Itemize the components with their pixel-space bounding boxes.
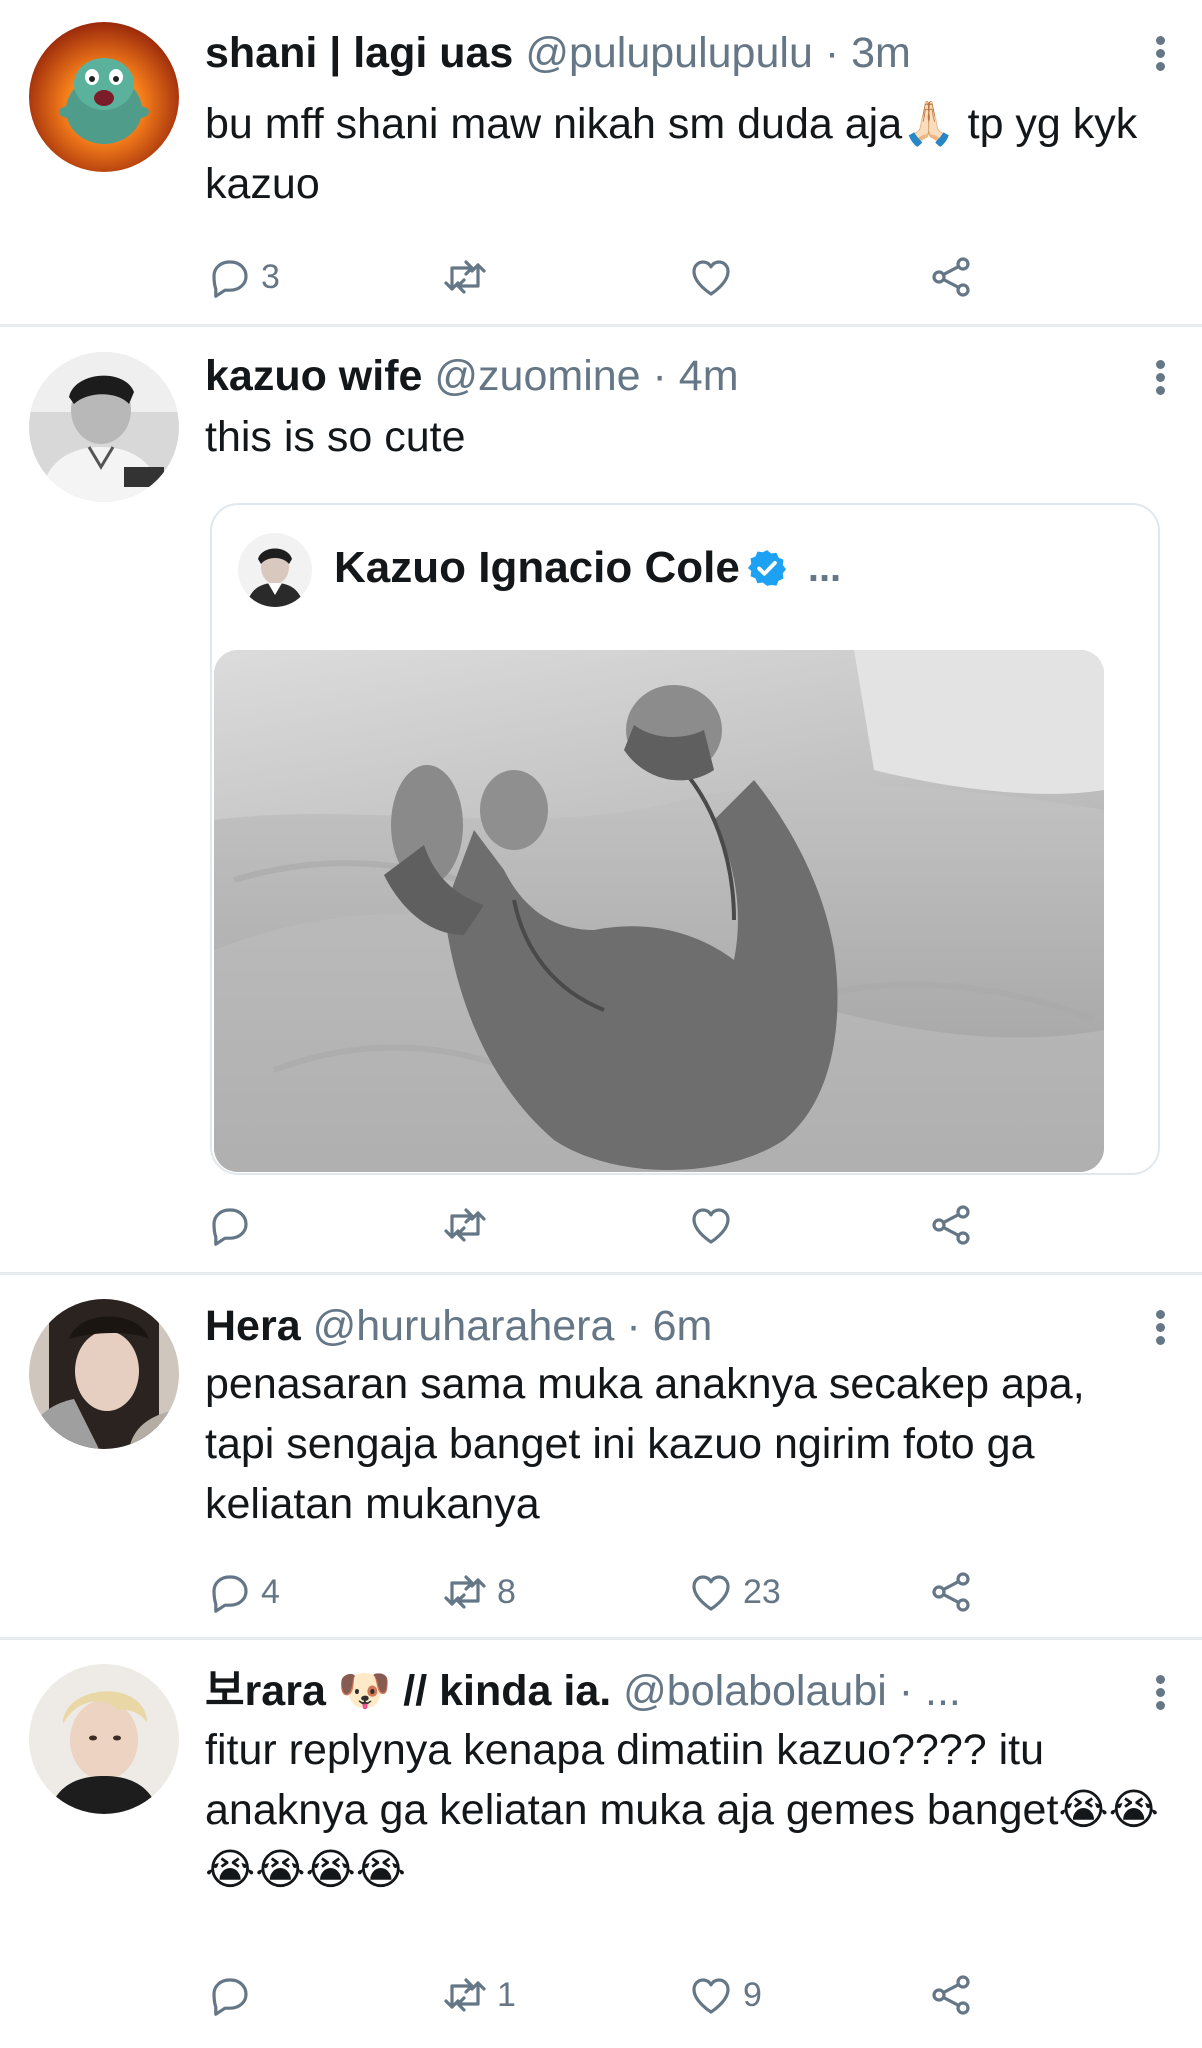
more-vertical-icon[interactable] xyxy=(1150,357,1170,397)
retweet-button[interactable]: 8 xyxy=(441,1564,516,1620)
handle[interactable]: @huruharahera xyxy=(313,1302,615,1350)
retweet-icon xyxy=(444,1575,486,1609)
handle[interactable]: @pulupulupulu xyxy=(525,29,813,77)
quoted-photo[interactable] xyxy=(214,650,1104,1172)
retweet-button[interactable] xyxy=(441,249,497,305)
retweet-count: 8 xyxy=(497,1572,516,1611)
tweet-actions: 4 8 23 xyxy=(205,1564,995,1620)
quoted-display-name[interactable]: Kazuo Ignacio Cole xyxy=(334,541,740,595)
handle[interactable]: @zuomine xyxy=(434,352,640,400)
tweet-text: fitur replynya kenapa dimatiin kazuo????… xyxy=(205,1726,1159,1894)
share-button[interactable] xyxy=(927,1967,975,2023)
tweet[interactable]: kazuo wife @zuomine · 4m this is so cute… xyxy=(0,327,1202,1273)
reply-button[interactable]: 4 xyxy=(205,1564,280,1620)
retweet-icon xyxy=(444,260,486,294)
quoted-more[interactable]: ... xyxy=(808,541,841,595)
quoted-tweet[interactable]: Kazuo Ignacio Cole ... xyxy=(210,503,1160,1175)
display-name[interactable]: shani | lagi uas xyxy=(205,29,513,77)
reply-button[interactable] xyxy=(205,1197,261,1253)
reply-count: 4 xyxy=(261,1572,280,1611)
like-button[interactable]: 23 xyxy=(687,1564,781,1620)
avatar[interactable] xyxy=(29,352,179,502)
share-icon xyxy=(932,1205,970,1245)
timestamp[interactable]: · ... xyxy=(899,1667,961,1715)
like-count: 9 xyxy=(743,1975,762,2014)
heart-icon xyxy=(692,1978,730,2014)
tweet-actions: 1 9 xyxy=(205,1967,995,2023)
timestamp[interactable]: · 3m xyxy=(825,29,911,77)
tweet-text: bu mff shani maw nikah sm duda aja🙏🏻 tp … xyxy=(205,100,1138,208)
tweet[interactable]: Hera @huruharahera · 6m penasaran sama m… xyxy=(0,1275,1202,1637)
tweet-text: this is so cute xyxy=(205,413,466,461)
retweet-count: 1 xyxy=(497,1975,516,2014)
display-name[interactable]: 보rara 🐶 // kinda ia. xyxy=(205,1667,611,1715)
display-name[interactable]: Hera xyxy=(205,1302,301,1350)
like-button[interactable]: 9 xyxy=(687,1967,762,2023)
share-button[interactable] xyxy=(927,1564,975,1620)
reply-button[interactable] xyxy=(205,1967,261,2023)
retweet-button[interactable] xyxy=(441,1197,497,1253)
display-name[interactable]: kazuo wife xyxy=(205,352,422,400)
share-button[interactable] xyxy=(927,249,975,305)
reply-icon xyxy=(212,1575,248,1613)
reply-icon xyxy=(212,1978,248,2016)
avatar[interactable] xyxy=(29,1664,179,1814)
like-button[interactable] xyxy=(687,1197,743,1253)
more-vertical-icon[interactable] xyxy=(1150,33,1170,73)
retweet-button[interactable]: 1 xyxy=(441,1967,516,2023)
tweet[interactable]: 보rara 🐶 // kinda ia. @bolabolaubi · ... … xyxy=(0,1640,1202,2048)
tweet-actions xyxy=(205,1197,995,1253)
tweet-actions: 3 xyxy=(205,249,995,305)
tweet[interactable]: shani | lagi uas @pulupulupulu · 3m bu m… xyxy=(0,0,1202,325)
share-icon xyxy=(932,257,970,297)
quoted-avatar[interactable] xyxy=(238,533,312,607)
share-icon xyxy=(932,1975,970,2015)
timestamp[interactable]: · 6m xyxy=(626,1302,712,1350)
heart-icon xyxy=(692,1575,730,1611)
more-vertical-icon[interactable] xyxy=(1150,1672,1170,1712)
tweet-text: penasaran sama muka anaknya secakep apa,… xyxy=(205,1360,1085,1528)
share-icon xyxy=(932,1572,970,1612)
like-count: 23 xyxy=(743,1572,781,1611)
avatar[interactable] xyxy=(29,22,179,172)
timestamp[interactable]: · 4m xyxy=(653,352,739,400)
handle[interactable]: @bolabolaubi xyxy=(623,1667,887,1715)
like-button[interactable] xyxy=(687,249,743,305)
reply-icon xyxy=(212,260,248,298)
reply-icon xyxy=(212,1208,248,1246)
heart-icon xyxy=(692,260,730,296)
more-vertical-icon[interactable] xyxy=(1150,1307,1170,1347)
reply-button[interactable]: 3 xyxy=(205,249,280,305)
retweet-icon xyxy=(444,1208,486,1242)
reply-count: 3 xyxy=(261,257,280,296)
avatar[interactable] xyxy=(29,1299,179,1449)
heart-icon xyxy=(692,1208,730,1244)
retweet-icon xyxy=(444,1978,486,2012)
verified-badge-icon xyxy=(747,550,786,586)
share-button[interactable] xyxy=(927,1197,975,1253)
